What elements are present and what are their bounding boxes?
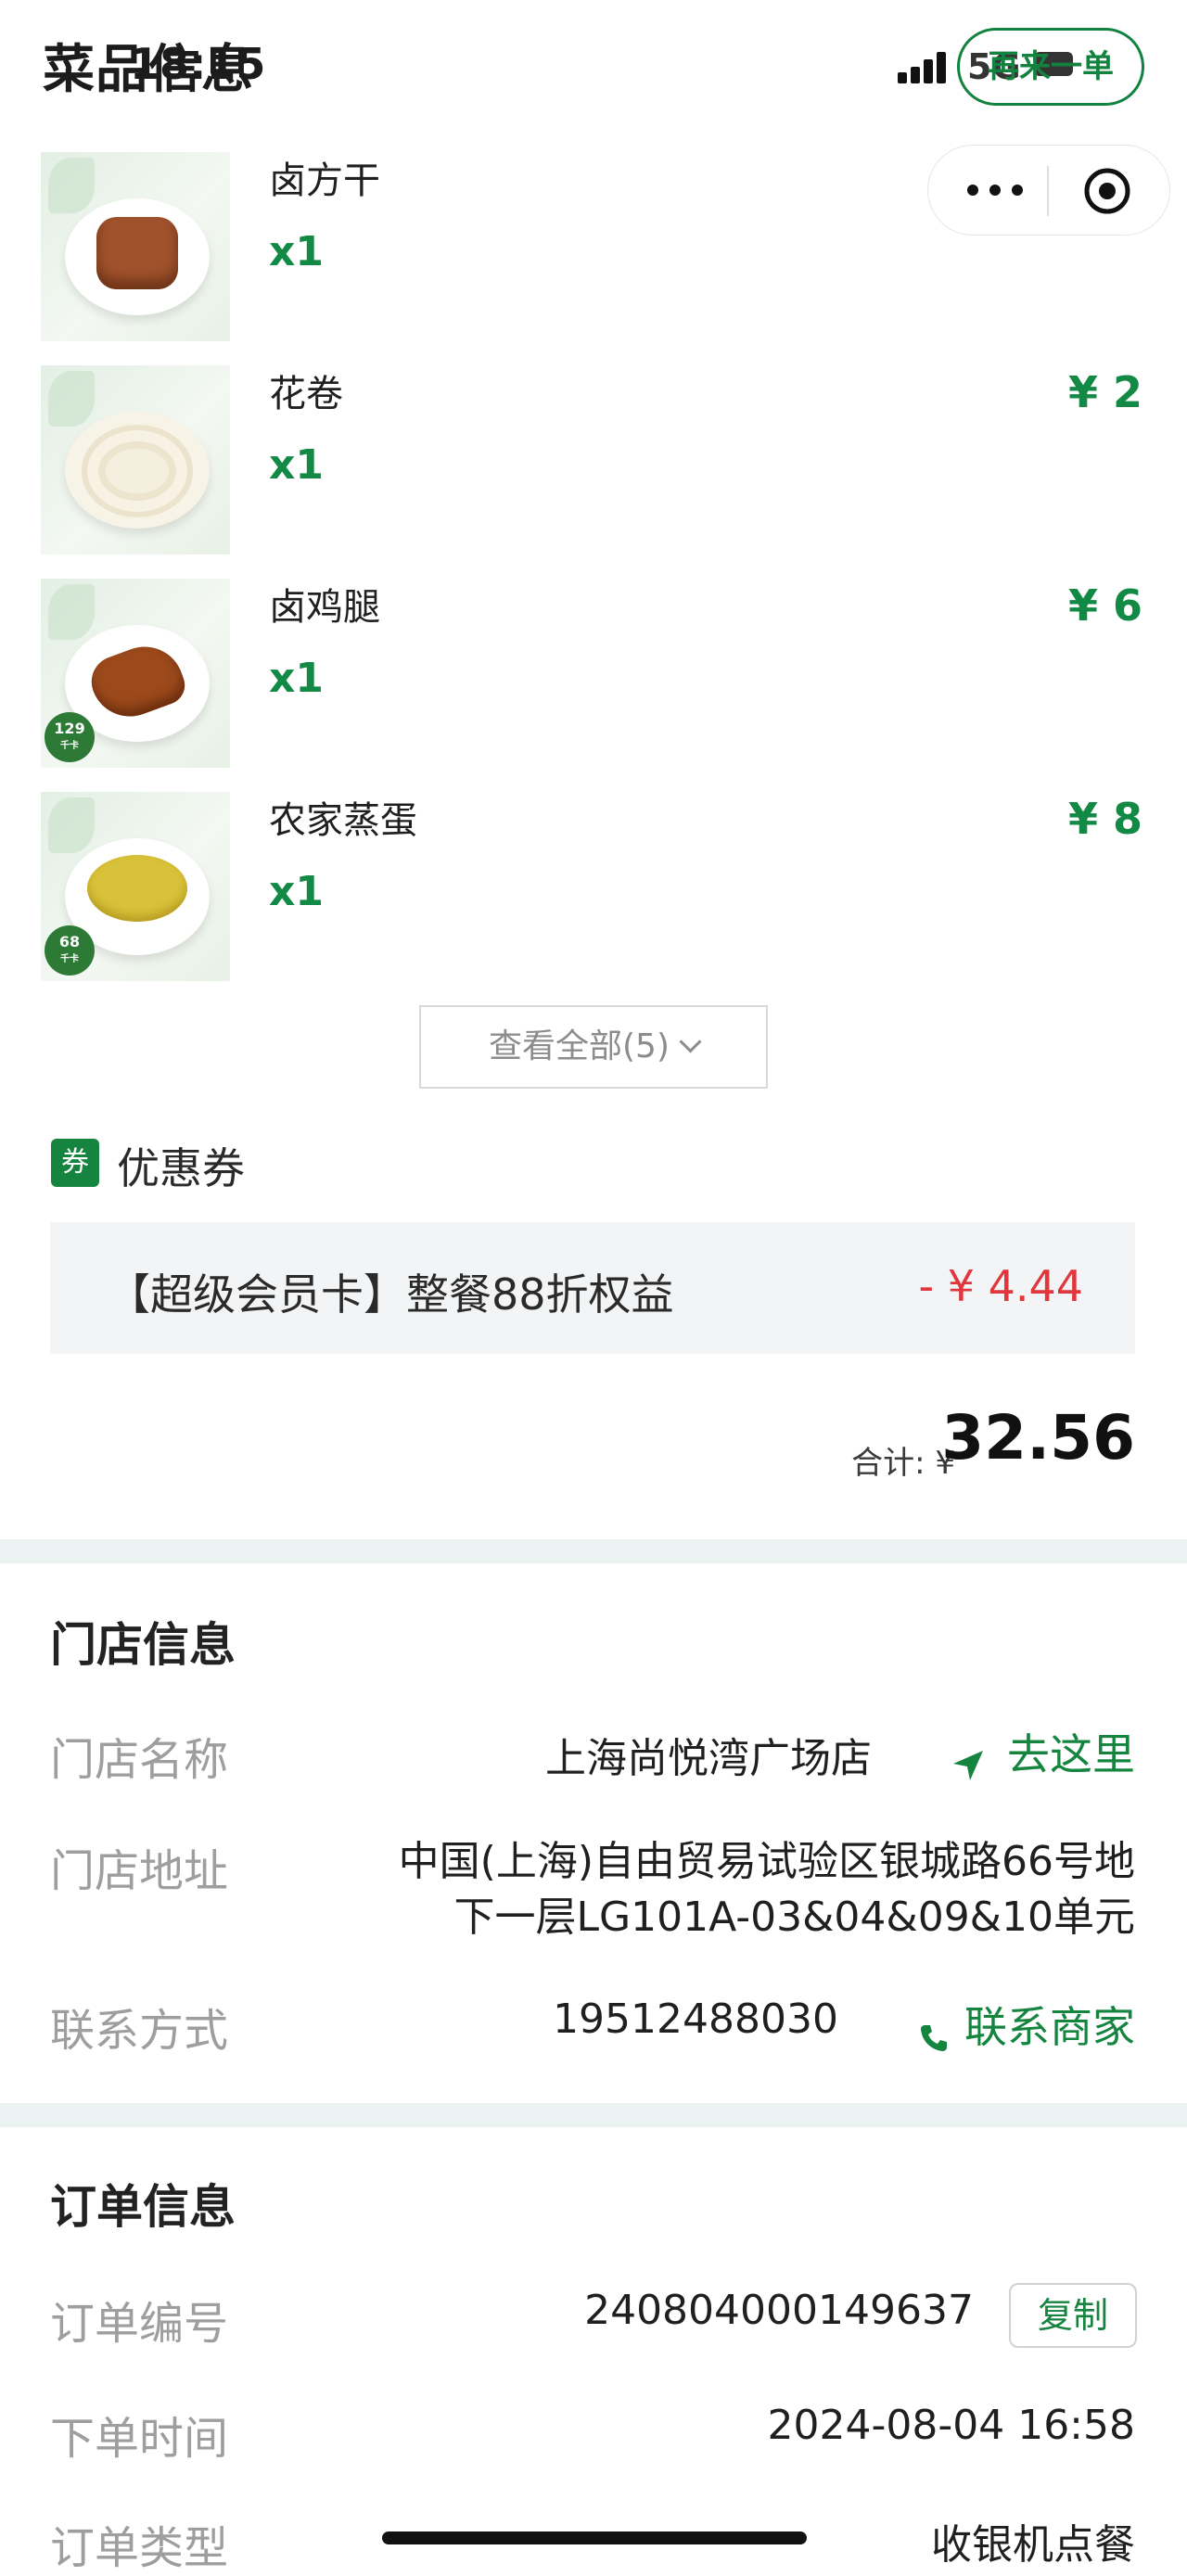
signal-icon [898,52,959,83]
phone-icon [921,2024,947,2051]
dish-name: 农家蒸蛋 [269,799,417,842]
dish-qty: x1 [269,655,324,702]
order-time: 2024-08-04 16:58 [767,2402,1136,2449]
store-address: 中国(上海)自由贸易试验区银城路66号地 下一层LG101A-03&04&09&… [399,1834,1135,1945]
store-address-label: 门店地址 [50,1845,229,1897]
dish-image [41,152,230,341]
order-number-label: 订单编号 [50,2298,229,2350]
section-divider [0,1539,1187,1563]
dish-name: 卤鸡腿 [269,586,380,629]
dish-qty: x1 [269,441,324,489]
contact-label: 联系方式 [50,2005,229,2057]
store-address-line: 中国(上海)自由贸易试验区银城路66号地 [398,1838,1135,1885]
dish-image: 129 千卡 [41,579,230,768]
kcal-badge: 129 千卡 [45,712,95,762]
dish-image: 68 千卡 [41,792,230,981]
store-address-line: 下一层LG101A-03&04&09&10单元 [453,1894,1136,1941]
dish-price: ¥ 8 [1067,794,1142,844]
dish-name: 卤方干 [269,159,380,202]
copy-button[interactable]: 复制 [1009,2283,1137,2348]
kcal-badge: 68 千卡 [45,925,95,976]
coupon-discount: - ¥ 4.44 [918,1261,1083,1311]
section-divider [0,2103,1187,2127]
total-label: 合计: ¥ [851,1445,955,1482]
view-all-button[interactable]: 查看全部(5) [419,1005,768,1089]
dish-price: ¥ 2 [1067,367,1142,417]
order-number: 240804000149637 [584,2287,974,2334]
status-time: 18:15 [130,39,266,89]
store-name: 上海尚悦湾广场店 [545,1735,872,1782]
mini-program-capsule [927,145,1170,236]
store-section-title: 门店信息 [50,1618,236,1672]
contact-merchant-button[interactable]: 联系商家 [918,1994,1135,2055]
contact-merchant-label: 联系商家 [964,2002,1135,2052]
store-name-label: 门店名称 [50,1734,229,1786]
coupon-name: 【超级会员卡】整餐88折权益 [108,1269,674,1320]
dish-qty: x1 [269,228,324,275]
navigate-button[interactable]: 去这里 [950,1721,1135,1784]
dish-price: ¥ 6 [1067,580,1142,631]
home-indicator [382,2531,807,2544]
store-phone: 19512488030 [553,1996,838,2043]
order-time-label: 下单时间 [50,2413,229,2465]
dish-name: 花卷 [269,373,343,415]
order-type: 收银机点餐 [931,2521,1135,2569]
order-type-label: 订单类型 [50,2522,229,2574]
more-icon[interactable] [960,172,1034,209]
order-section-title: 订单信息 [50,2180,236,2234]
dish-qty: x1 [269,868,324,915]
total-amount: 32.56 [941,1402,1135,1473]
chevron-down-icon [679,1030,702,1053]
coupon-icon: 券 [51,1139,99,1187]
dish-image [41,365,230,555]
view-all-label: 查看全部(5) [489,1027,670,1065]
navigate-label: 去这里 [1007,1729,1135,1779]
coupon-title: 优惠券 [117,1143,245,1193]
reorder-button[interactable]: 再来一单 [957,28,1144,106]
capsule-divider [1047,166,1049,216]
close-target-icon[interactable] [1082,166,1132,216]
navigation-arrow-icon [953,1750,983,1780]
